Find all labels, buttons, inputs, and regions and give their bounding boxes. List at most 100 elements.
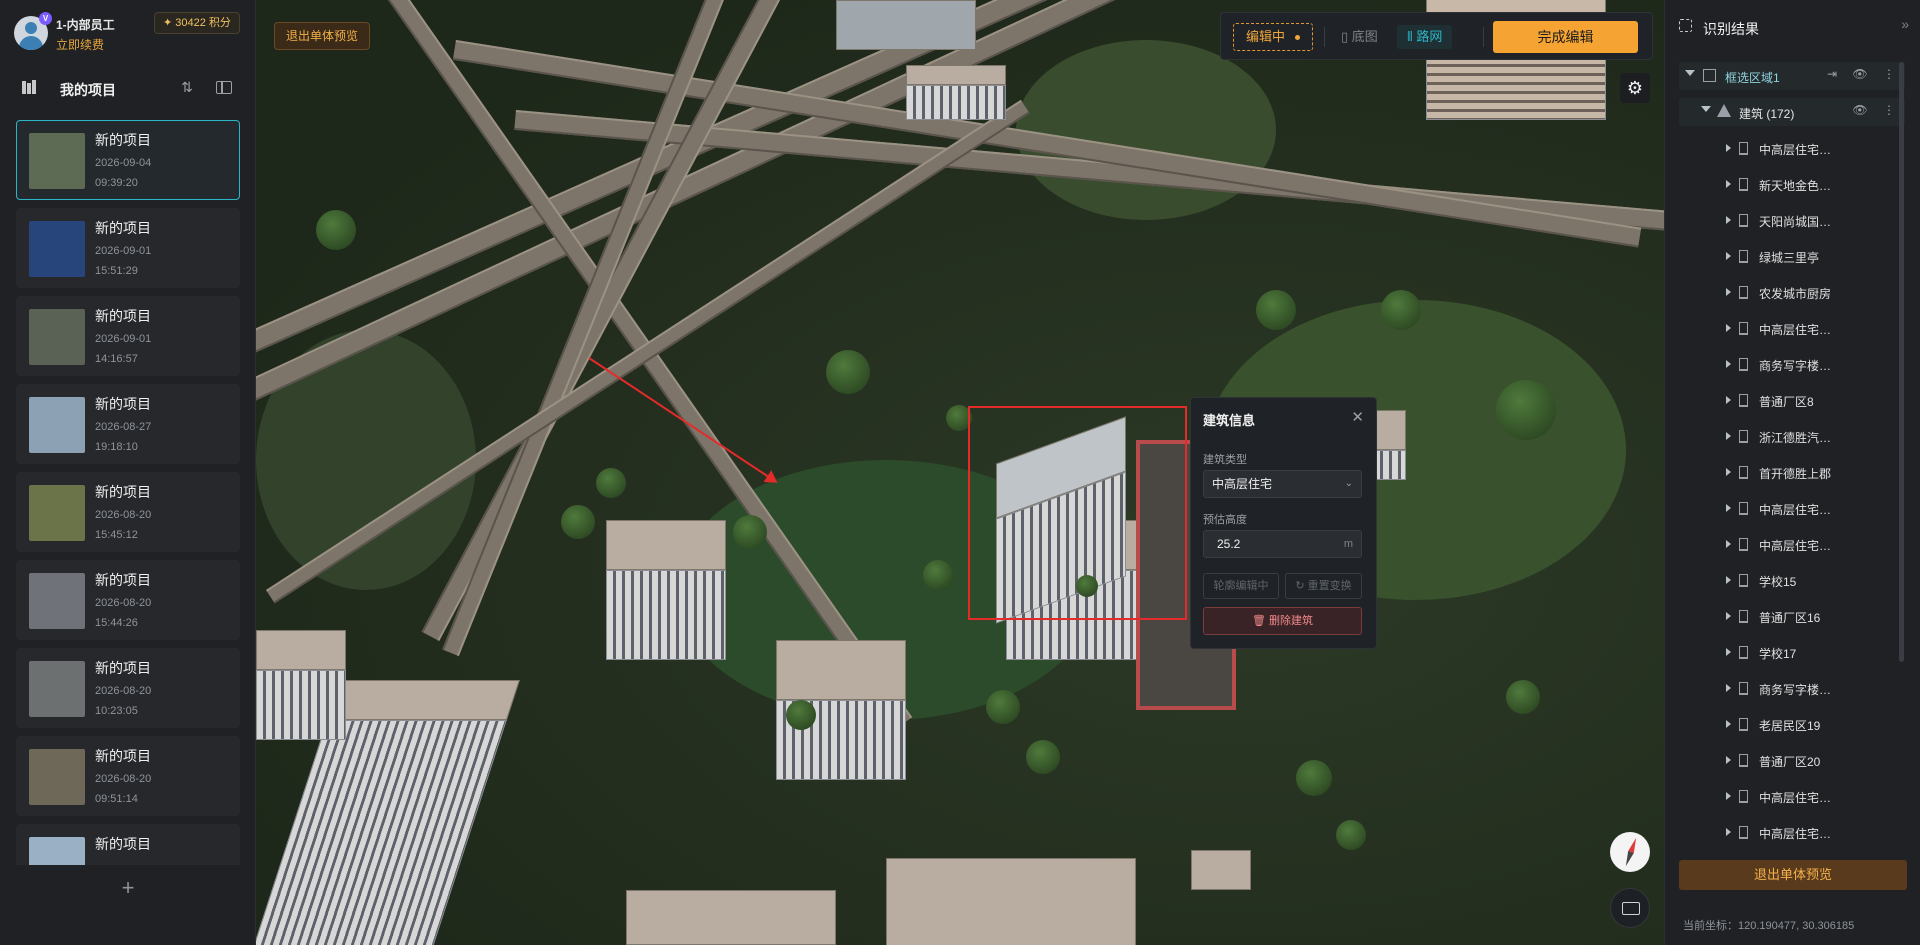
project-thumbnail — [29, 133, 85, 189]
region-actions[interactable]: ⇥ 👁 ⋮ — [1827, 67, 1901, 81]
chevron-right-icon[interactable] — [1726, 324, 1731, 332]
building-list-item[interactable]: 普通厂区20 — [1679, 743, 1905, 779]
building[interactable] — [606, 520, 726, 660]
building-list: 中高层住宅… 新天地金色… 天阳尚城国… 绿城三里亭 农发城市厨房 中高层住宅… 商务写字楼… — [1679, 131, 1905, 849]
points-badge[interactable]: ✦ 30422 积分 — [154, 12, 240, 34]
building[interactable] — [836, 0, 976, 50]
project-card[interactable]: 新的项目 2026-09-01 15:51:29 — [16, 208, 240, 288]
building-list-item[interactable]: 商务写字楼… — [1679, 671, 1905, 707]
project-card[interactable]: 新的项目 2026-08-20 15:45:12 — [16, 472, 240, 552]
building-list-item[interactable]: 商务写字楼… — [1679, 347, 1905, 383]
current-coordinates: 当前坐标：120.190477, 30.306185 — [1683, 920, 1855, 932]
building-list-item[interactable]: 学校17 — [1679, 635, 1905, 671]
chevron-right-icon[interactable] — [1726, 252, 1731, 260]
chevron-right-icon[interactable] — [1726, 144, 1731, 152]
collapse-panel-icon[interactable] — [216, 81, 232, 94]
exit-preview-button-panel[interactable]: 退出单体预览 — [1679, 860, 1907, 890]
building-type-select[interactable]: 中高层住宅 ⌄ — [1203, 470, 1362, 498]
project-date: 2026-09-04 — [95, 157, 152, 169]
close-icon[interactable]: ✕ — [1351, 408, 1364, 426]
chevron-right-icon[interactable] — [1726, 396, 1731, 404]
chevron-right-icon[interactable] — [1726, 828, 1731, 836]
keyboard-icon[interactable] — [1610, 888, 1650, 928]
chevron-right-icon[interactable] — [1726, 756, 1731, 764]
project-card[interactable]: 新的项目 2026-08-27 19:18:10 — [16, 384, 240, 464]
building-list-item[interactable]: 中高层住宅… — [1679, 131, 1905, 167]
building[interactable] — [886, 858, 1136, 945]
reset-transform-button[interactable]: ↻ 重置变换 — [1285, 573, 1362, 599]
building-list-item[interactable]: 天阳尚城国… — [1679, 203, 1905, 239]
chevron-right-icon[interactable] — [1726, 468, 1731, 476]
chevron-right-icon[interactable] — [1726, 576, 1731, 584]
building-list-item[interactable]: 新天地金色… — [1679, 167, 1905, 203]
sort-icon[interactable]: ⇅ — [178, 79, 196, 97]
chevron-right-icon[interactable] — [1726, 684, 1731, 692]
building-list-item[interactable]: 农发城市厨房 — [1679, 275, 1905, 311]
add-project-button[interactable]: + — [16, 870, 240, 906]
region-node[interactable]: 框选区域1 ⇥ 👁 ⋮ — [1679, 62, 1905, 90]
delete-building-button[interactable]: 🗑 删除建筑 — [1203, 607, 1362, 635]
building-name: 中高层住宅… — [1759, 539, 1832, 553]
building[interactable] — [906, 65, 1006, 120]
project-card[interactable]: 新的项目 2026-08-20 10:23:05 — [16, 648, 240, 728]
compass-icon[interactable] — [1610, 832, 1650, 872]
selection-box[interactable] — [968, 406, 1187, 620]
chevron-right-icon[interactable] — [1726, 720, 1731, 728]
building-list-item[interactable]: 老居民区19 — [1679, 707, 1905, 743]
edit-toolbar: 编辑中 ▯ 底图 ⦀ 路网 完成编辑 — [1220, 12, 1653, 60]
chevron-right-icon[interactable] — [1726, 612, 1731, 620]
project-card[interactable]: 新的项目 2026-08-20 09:51:14 — [16, 736, 240, 816]
building-list-item[interactable]: 中高层住宅… — [1679, 311, 1905, 347]
gear-icon[interactable]: ⚙ — [1620, 73, 1650, 103]
scrollbar[interactable] — [1899, 62, 1904, 662]
chevron-right-icon[interactable] — [1726, 360, 1731, 368]
building[interactable] — [1191, 850, 1251, 890]
project-name: 新的项目 — [95, 660, 151, 676]
project-card[interactable]: 新的项目 2026-09-01 14:16:57 — [16, 296, 240, 376]
chevron-right-icon[interactable] — [1726, 288, 1731, 296]
project-sidebar: V 1-内部员工 立即续费 ✦ 30422 积分 我的项目 ⇅ 新的项目 2026… — [0, 0, 256, 945]
project-time: 09:51:14 — [95, 793, 138, 805]
map-view[interactable]: 退出单体预览 编辑中 ▯ 底图 ⦀ 路网 完成编辑 ⚙ 建筑信息 ✕ 建筑类型 … — [256, 0, 1664, 945]
building[interactable] — [256, 630, 346, 740]
exit-preview-button[interactable]: 退出单体预览 — [274, 22, 371, 50]
project-thumbnail — [29, 485, 85, 541]
building-list-item[interactable]: 中高层住宅… — [1679, 779, 1905, 815]
results-panel: 识别结果 » 框选区域1 ⇥ 👁 ⋮ 建筑 (172) 👁 ⋮ 中高层住宅… 新天… — [1664, 0, 1920, 945]
finish-edit-button[interactable]: 完成编辑 — [1493, 21, 1638, 53]
building-list-item[interactable]: 绿城三里亭 — [1679, 239, 1905, 275]
building-list-item[interactable]: 中高层住宅… — [1679, 527, 1905, 563]
building-name: 中高层住宅… — [1759, 143, 1832, 157]
building-list-item[interactable]: 普通厂区16 — [1679, 599, 1905, 635]
building-list-item[interactable]: 首开德胜上郡 — [1679, 455, 1905, 491]
building-icon — [1739, 394, 1748, 407]
chevron-right-icon[interactable] — [1726, 180, 1731, 188]
building-list-item[interactable]: 普通厂区8 — [1679, 383, 1905, 419]
renew-link[interactable]: 立即续费 — [56, 36, 104, 53]
chevron-right-icon[interactable] — [1726, 432, 1731, 440]
building-list-item[interactable]: 学校15 — [1679, 563, 1905, 599]
outline-edit-button[interactable]: 轮廓编辑中 — [1203, 573, 1279, 599]
category-node[interactable]: 建筑 (172) 👁 ⋮ — [1679, 98, 1905, 126]
building-list-item[interactable]: 中高层住宅… — [1679, 491, 1905, 527]
building[interactable] — [626, 890, 836, 945]
road-net-toggle[interactable]: ⦀ 路网 — [1397, 25, 1453, 49]
chevron-right-icon[interactable] — [1726, 648, 1731, 656]
chevron-right-icon[interactable] — [1726, 792, 1731, 800]
project-date: 2026-08-20 — [95, 597, 152, 609]
chevron-right-icon[interactable] — [1726, 504, 1731, 512]
category-actions[interactable]: 👁 ⋮ — [1852, 103, 1901, 117]
base-map-toggle[interactable]: ▯ 底图 — [1333, 25, 1386, 49]
project-card[interactable]: 新的项目 2026-08-20 15:44:26 — [16, 560, 240, 640]
chevron-right-icon[interactable] — [1726, 216, 1731, 224]
building-icon — [1739, 502, 1748, 515]
chevron-right-icon[interactable] — [1726, 540, 1731, 548]
collapse-icon[interactable]: » — [1901, 16, 1909, 32]
building-name: 中高层住宅… — [1759, 827, 1832, 841]
building-list-item[interactable]: 中高层住宅… — [1679, 815, 1905, 849]
building-list-item[interactable]: 浙江德胜汽… — [1679, 419, 1905, 455]
project-card[interactable]: 新的项目 2026-09-04 09:39:20 — [16, 120, 240, 200]
height-input[interactable]: 25.2 m — [1203, 530, 1362, 558]
project-card[interactable]: 新的项目 — [16, 824, 240, 865]
vip-badge: V — [39, 12, 52, 25]
